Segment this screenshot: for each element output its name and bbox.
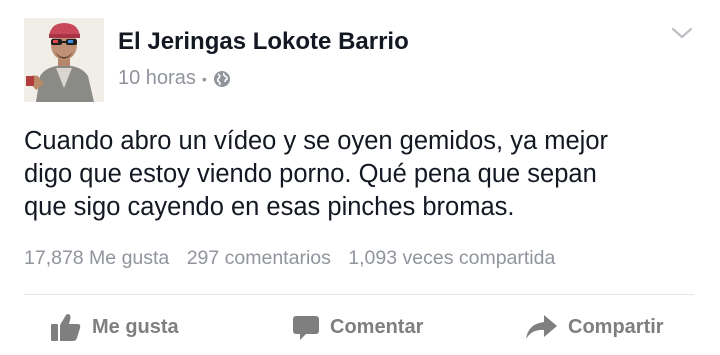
post-meta: 10 horas • — [118, 67, 231, 90]
divider — [24, 294, 694, 295]
comment-icon — [292, 313, 320, 341]
post-text-line: digo que estoy viendo porno. Qué pena qu… — [24, 160, 597, 188]
likes-count[interactable]: 17,878 Me gusta — [24, 247, 169, 269]
post-text: Cuando abro un vídeo y se oyen gemidos, … — [24, 125, 704, 224]
shares-count[interactable]: 1,093 veces compartida — [348, 247, 555, 269]
post-card: El Jeringas Lokote Barrio 10 horas • Cua… — [0, 0, 720, 355]
author-avatar[interactable] — [24, 18, 104, 102]
thumbs-up-icon — [50, 312, 82, 342]
author-name[interactable]: El Jeringas Lokote Barrio — [118, 28, 409, 56]
meta-separator: • — [201, 70, 207, 87]
comments-count[interactable]: 297 comentarios — [187, 247, 331, 269]
action-bar: Me gusta Comentar Compartir — [0, 305, 720, 349]
post-text-line: que sigo cayendo en esas pinches bromas. — [24, 193, 515, 221]
post-text-line: Cuando abro un vídeo y se oyen gemidos, … — [24, 127, 609, 155]
globe-icon — [213, 70, 231, 88]
share-arrow-icon — [524, 313, 558, 341]
like-label: Me gusta — [92, 315, 179, 338]
share-label: Compartir — [568, 315, 664, 338]
comment-label: Comentar — [330, 315, 424, 338]
comment-button[interactable]: Comentar — [292, 305, 423, 349]
engagement-stats: 17,878 Me gusta 297 comentarios 1,093 ve… — [24, 247, 567, 270]
post-timestamp[interactable]: 10 horas — [118, 67, 196, 90]
chevron-down-icon[interactable] — [670, 24, 694, 42]
share-button[interactable]: Compartir — [524, 305, 664, 349]
like-button[interactable]: Me gusta — [50, 305, 179, 349]
